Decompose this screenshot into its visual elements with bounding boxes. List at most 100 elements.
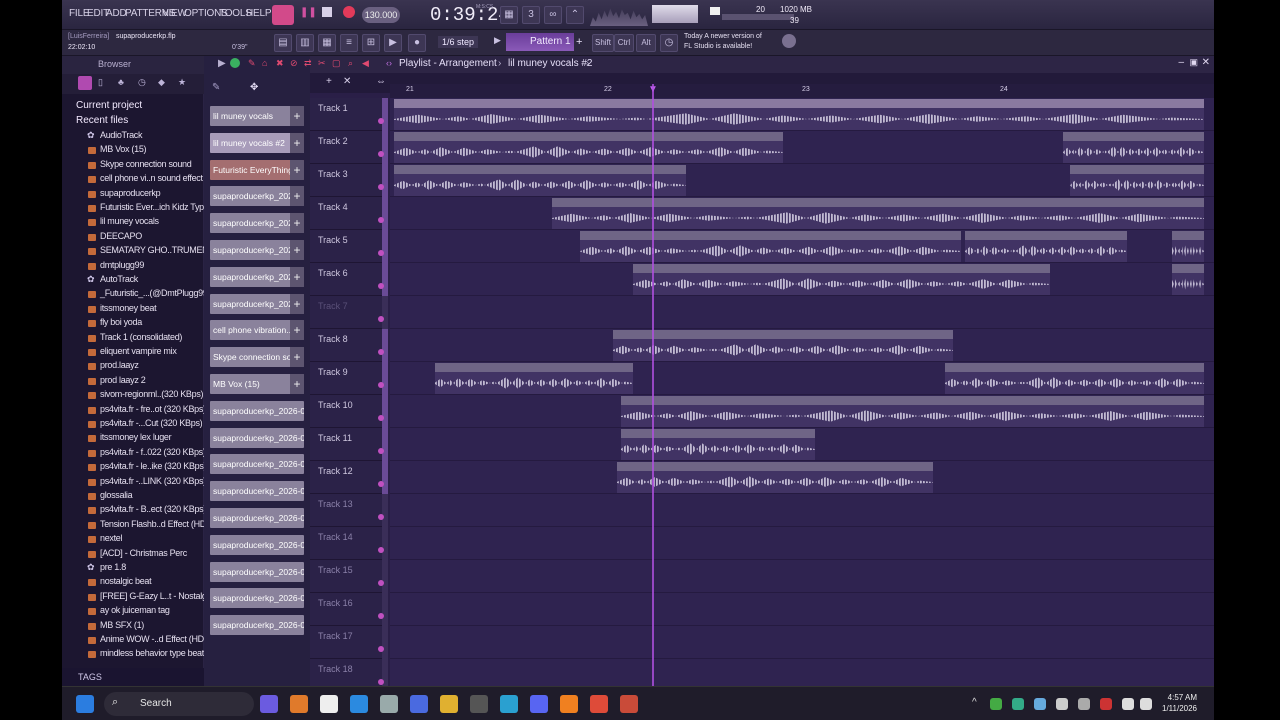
browser-item[interactable]: sivom-regionml..(320 KBps): [100, 389, 204, 399]
metronome-icon[interactable]: ▦: [500, 6, 518, 24]
track-mute-icon[interactable]: [378, 151, 384, 157]
browser-item[interactable]: supaproducerkp: [100, 188, 161, 198]
browser-tag-icon[interactable]: ◆: [158, 77, 165, 88]
audio-clip[interactable]: Futuristic EveryThing Rich Kidz Type: [394, 99, 1204, 130]
recent-files-folder[interactable]: Recent files: [76, 115, 128, 126]
playlist-arrow-icon[interactable]: ▶: [218, 58, 226, 69]
settings-icon[interactable]: [380, 695, 398, 713]
arrangement-arrows-icon[interactable]: ‹›: [386, 58, 392, 68]
audio-clip[interactable]: supaproducerkp_2026-01-11 02-48-14_REC: [1063, 132, 1204, 163]
delete-tool-icon[interactable]: ✖: [276, 58, 284, 69]
track-lane[interactable]: [390, 593, 1214, 626]
draw-tool-icon[interactable]: ✎: [248, 58, 256, 69]
app-icon[interactable]: [410, 695, 428, 713]
zoom-tool-icon[interactable]: ⌕: [348, 58, 353, 69]
app2-icon[interactable]: [470, 695, 488, 713]
pause-icon[interactable]: ❚❚: [300, 7, 317, 18]
channel-button[interactable]: supaproducerkp_2026-0...: [210, 615, 304, 636]
track-mute-icon[interactable]: [378, 580, 384, 586]
browser-item[interactable]: prod.laayz: [100, 360, 139, 370]
track-mute-icon[interactable]: [378, 646, 384, 652]
track-header[interactable]: Track 13: [310, 494, 388, 527]
playhead[interactable]: [652, 84, 654, 686]
audio-clip[interactable]: Skype connection sound: [434, 363, 633, 394]
plugin-picker-icon[interactable]: ⊞: [362, 34, 380, 52]
alt-key[interactable]: Alt: [636, 34, 656, 52]
mail-icon[interactable]: [350, 695, 368, 713]
track-mute-icon[interactable]: [378, 118, 384, 124]
audio-clip[interactable]: sup..EC: [1171, 231, 1204, 262]
browser-all-icon[interactable]: [78, 76, 92, 90]
browser-item[interactable]: DEECAPO: [100, 231, 142, 241]
remove-track-icon[interactable]: ✕: [343, 76, 351, 87]
browser-item[interactable]: mindless behavior type beat: [100, 648, 204, 658]
track-header[interactable]: Track 15: [310, 560, 388, 593]
clock[interactable]: 4:57 AM 1/11/2026: [1162, 692, 1197, 714]
countdown-icon[interactable]: 3: [522, 6, 540, 24]
master-volume[interactable]: [652, 5, 698, 23]
browser-toggle-icon[interactable]: ▶: [384, 34, 402, 52]
browser-item[interactable]: [FREE] G-Eazy L..t - Nostalgic: [100, 591, 213, 601]
fl-studio-icon[interactable]: [560, 695, 578, 713]
browser-item[interactable]: [ACD] - Christmas Perc: [100, 548, 187, 558]
track-mute-icon[interactable]: [378, 679, 384, 685]
track-header[interactable]: Track 7: [310, 296, 388, 329]
browser-item[interactable]: ps4vita.fr - f..022 (320 KBps): [100, 447, 206, 457]
browser-item[interactable]: _Futuristic_...(@DmtPlugg99): [100, 288, 211, 298]
add-pattern-icon[interactable]: +: [576, 36, 582, 48]
browser-item[interactable]: Futuristic Ever...ich Kidz Type: [100, 202, 209, 212]
menu-help[interactable]: HELP: [246, 8, 272, 19]
add-channel-icon[interactable]: +: [290, 132, 304, 153]
track-header[interactable]: Track 2: [310, 131, 388, 164]
browser-plugins-icon[interactable]: ♣: [118, 77, 124, 87]
mixer-icon[interactable]: ≡: [340, 34, 358, 52]
volume-icon[interactable]: [1140, 698, 1152, 710]
tray-app4-icon[interactable]: [1056, 698, 1068, 710]
news-icon[interactable]: ◷: [660, 34, 678, 52]
audio-clip[interactable]: supaproducerkp_2026-01-11 02-46-36_REC: [965, 231, 1128, 262]
audio-clip[interactable]: supaproducerkp_2026-01-11 02-47-04_REC: [632, 264, 1051, 295]
slip-tool-icon[interactable]: ⇄: [304, 58, 312, 69]
track-mute-icon[interactable]: [378, 217, 384, 223]
browser-item[interactable]: ps4vita.fr - fre..ot (320 KBps): [100, 404, 206, 414]
browser-item[interactable]: MB Vox (15): [100, 144, 147, 154]
add-channel-icon[interactable]: +: [290, 106, 304, 126]
firefox-icon[interactable]: [290, 695, 308, 713]
audio-clip[interactable]: supaproducerkp_20..1-11 02-48-46_REC: [1070, 165, 1204, 196]
track-header[interactable]: Track 17: [310, 626, 388, 659]
audio-clip[interactable]: supaproducerkp_2026-01-11 03-17-11_REC: [620, 396, 1204, 427]
mic-icon[interactable]: ●: [408, 34, 426, 52]
wifi-icon[interactable]: [1122, 698, 1134, 710]
track-mute-icon[interactable]: [378, 514, 384, 520]
close-icon[interactable]: ✕: [1202, 57, 1210, 68]
select-tool-icon[interactable]: ▢: [332, 58, 341, 69]
track-lane[interactable]: [390, 626, 1214, 659]
audio-clip[interactable]: lil muney vocals #2: [616, 462, 933, 493]
browser-item[interactable]: ay ok juiceman tag: [100, 605, 170, 615]
add-channel-icon[interactable]: +: [290, 374, 304, 394]
audio-clip[interactable]: supaproducerkp_2026-01-11 02-19-22_REC: [394, 165, 686, 196]
chrome2-icon[interactable]: [620, 695, 638, 713]
loop-record-icon[interactable]: ∞: [544, 6, 562, 24]
channel-button[interactable]: supaproducerkp_2026-0...: [210, 481, 304, 502]
browser-item[interactable]: cell phone vi..n sound effect: [100, 173, 203, 183]
browser-item[interactable]: prod laayz 2: [100, 375, 146, 385]
browser-item[interactable]: dmtplugg99: [100, 260, 144, 270]
taskbar-search[interactable]: Search: [104, 692, 254, 716]
tray-app3-icon[interactable]: [1034, 698, 1046, 710]
track-lane[interactable]: [390, 494, 1214, 527]
edge-icon[interactable]: [500, 695, 518, 713]
minimize-icon[interactable]: –: [1178, 57, 1184, 68]
windows-start-icon[interactable]: [76, 695, 94, 713]
track-mute-icon[interactable]: [378, 316, 384, 322]
browser-item[interactable]: ps4vita.fr -...Cut (320 KBps): [100, 418, 203, 428]
track-header[interactable]: Track 14: [310, 527, 388, 560]
track-header[interactable]: Track 6: [310, 263, 388, 296]
browser-item[interactable]: Track 1 (consolidated): [100, 332, 182, 342]
channel-button[interactable]: supaproducerkp_2026-0... +: [210, 293, 304, 314]
add-channel-icon[interactable]: +: [290, 186, 304, 207]
add-channel-icon[interactable]: +: [290, 293, 304, 314]
browser-item[interactable]: AutoTrack: [100, 274, 138, 284]
track-mute-icon[interactable]: [378, 250, 384, 256]
arrangement-lanes[interactable]: Futuristic EveryThing Rich Kidz Type lil …: [390, 98, 1214, 692]
